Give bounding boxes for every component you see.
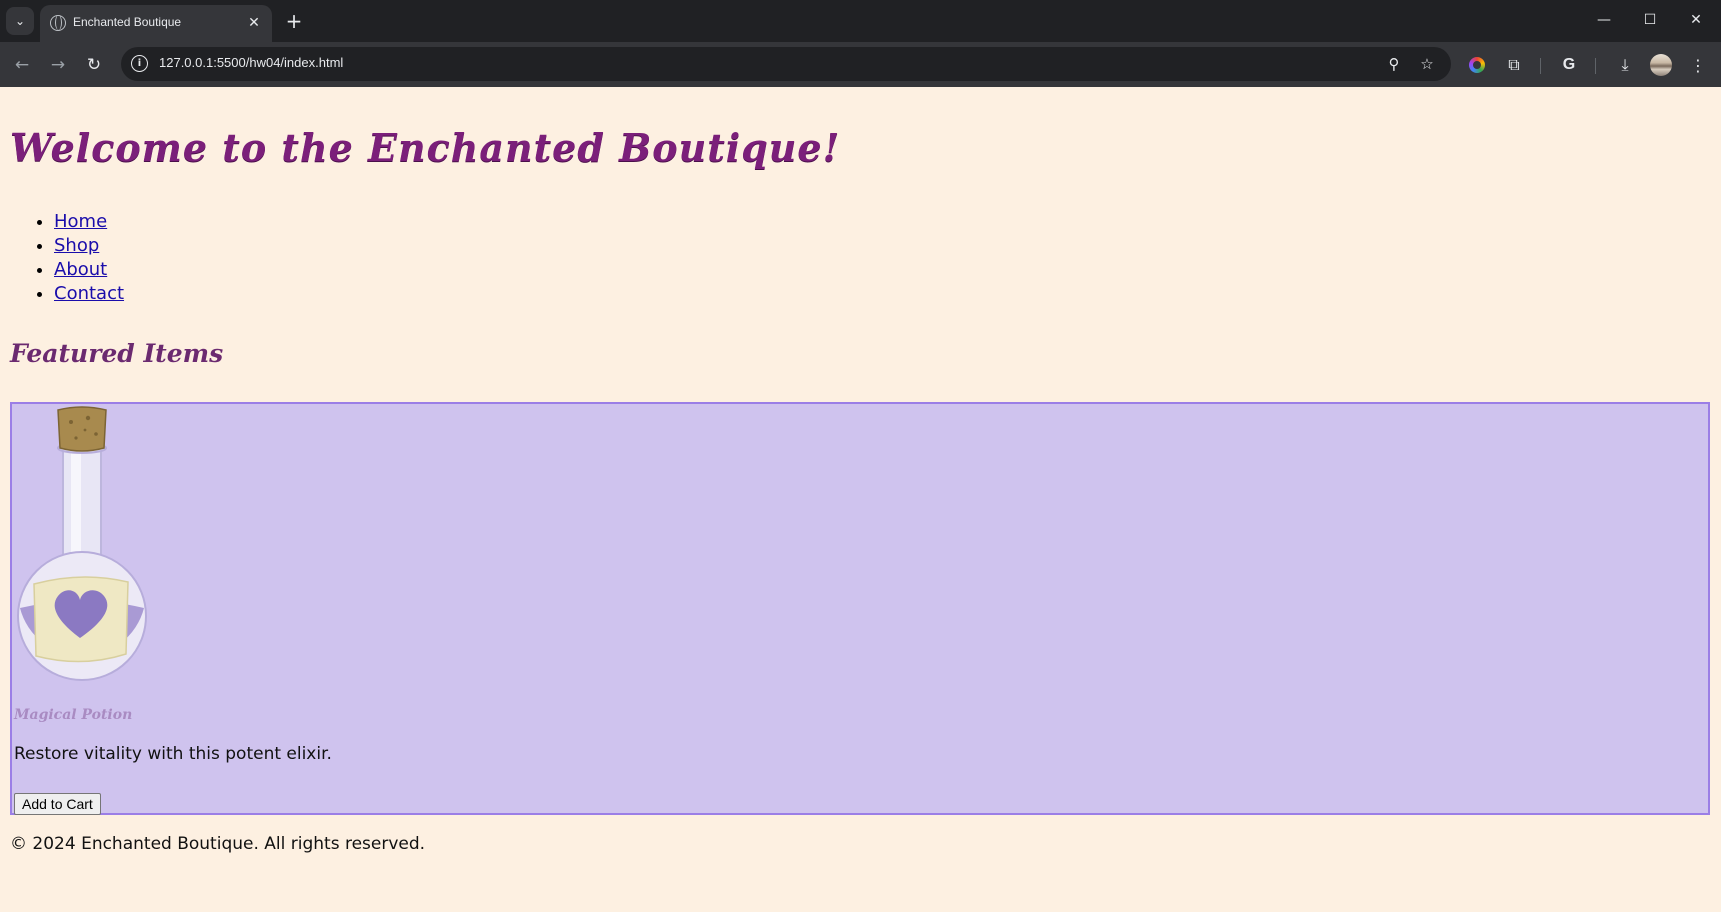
page-content: Welcome to the Enchanted Boutique! Home … xyxy=(0,87,1721,912)
url-text[interactable]: 127.0.0.1:5500/hw04/index.html xyxy=(159,55,343,70)
zoom-icon[interactable]: ⚲ xyxy=(1383,53,1405,75)
reload-icon[interactable]: ↻ xyxy=(80,51,108,79)
nav-item-home: Home xyxy=(54,210,124,234)
footer-copyright: © 2024 Enchanted Boutique. All rights re… xyxy=(10,834,426,854)
browser-toolbar: ← → ↻ i 127.0.0.1:5500/hw04/index.html ⚲… xyxy=(0,42,1721,87)
page-title: Welcome to the Enchanted Boutique! xyxy=(10,125,841,170)
minimize-button[interactable]: — xyxy=(1581,4,1627,36)
profile-avatar-icon[interactable] xyxy=(1648,52,1674,78)
globe-icon xyxy=(50,15,66,31)
product-description: Restore vitality with this potent elixir… xyxy=(14,744,332,764)
menu-icon[interactable]: ⋮ xyxy=(1685,52,1711,78)
nav-item-about: About xyxy=(54,258,124,282)
main-nav: Home Shop About Contact xyxy=(0,210,124,306)
site-info-icon[interactable]: i xyxy=(131,55,148,72)
browser-chrome: ⌄ Enchanted Boutique ✕ + — ☐ ✕ ← → ↻ i 1… xyxy=(0,0,1721,87)
nav-link-about[interactable]: About xyxy=(54,259,107,280)
nav-link-contact[interactable]: Contact xyxy=(54,283,124,304)
nav-item-contact: Contact xyxy=(54,282,124,306)
product-name: Magical Potion xyxy=(14,707,133,723)
nav-link-shop[interactable]: Shop xyxy=(54,235,99,256)
color-picker-icon[interactable] xyxy=(1464,52,1490,78)
download-icon[interactable]: ⤓ xyxy=(1612,52,1638,78)
google-icon[interactable]: G xyxy=(1556,52,1582,78)
back-icon[interactable]: ← xyxy=(8,51,36,79)
potion-bottle-image xyxy=(17,406,147,681)
extensions-icon[interactable]: ⧉ xyxy=(1501,52,1527,78)
product-card: Magical Potion Restore vitality with thi… xyxy=(10,402,1710,815)
tab-strip: ⌄ Enchanted Boutique ✕ + — ☐ ✕ xyxy=(0,0,1721,42)
address-bar[interactable]: i 127.0.0.1:5500/hw04/index.html ⚲ ☆ xyxy=(121,47,1451,81)
forward-icon[interactable]: → xyxy=(44,51,72,79)
toolbar-divider xyxy=(1595,58,1596,74)
bookmark-star-icon[interactable]: ☆ xyxy=(1416,53,1438,75)
nav-item-shop: Shop xyxy=(54,234,124,258)
tab-close-icon[interactable]: ✕ xyxy=(244,13,264,33)
tab-title: Enchanted Boutique xyxy=(73,15,182,29)
maximize-button[interactable]: ☐ xyxy=(1627,4,1673,36)
active-tab[interactable]: Enchanted Boutique ✕ xyxy=(40,5,272,42)
toolbar-divider xyxy=(1540,58,1541,74)
close-window-button[interactable]: ✕ xyxy=(1673,4,1719,36)
new-tab-button[interactable]: + xyxy=(282,9,306,33)
nav-link-home[interactable]: Home xyxy=(54,211,107,232)
featured-items-heading: Featured Items xyxy=(10,339,224,368)
tab-search-icon[interactable]: ⌄ xyxy=(6,7,34,35)
add-to-cart-button[interactable]: Add to Cart xyxy=(14,793,101,815)
